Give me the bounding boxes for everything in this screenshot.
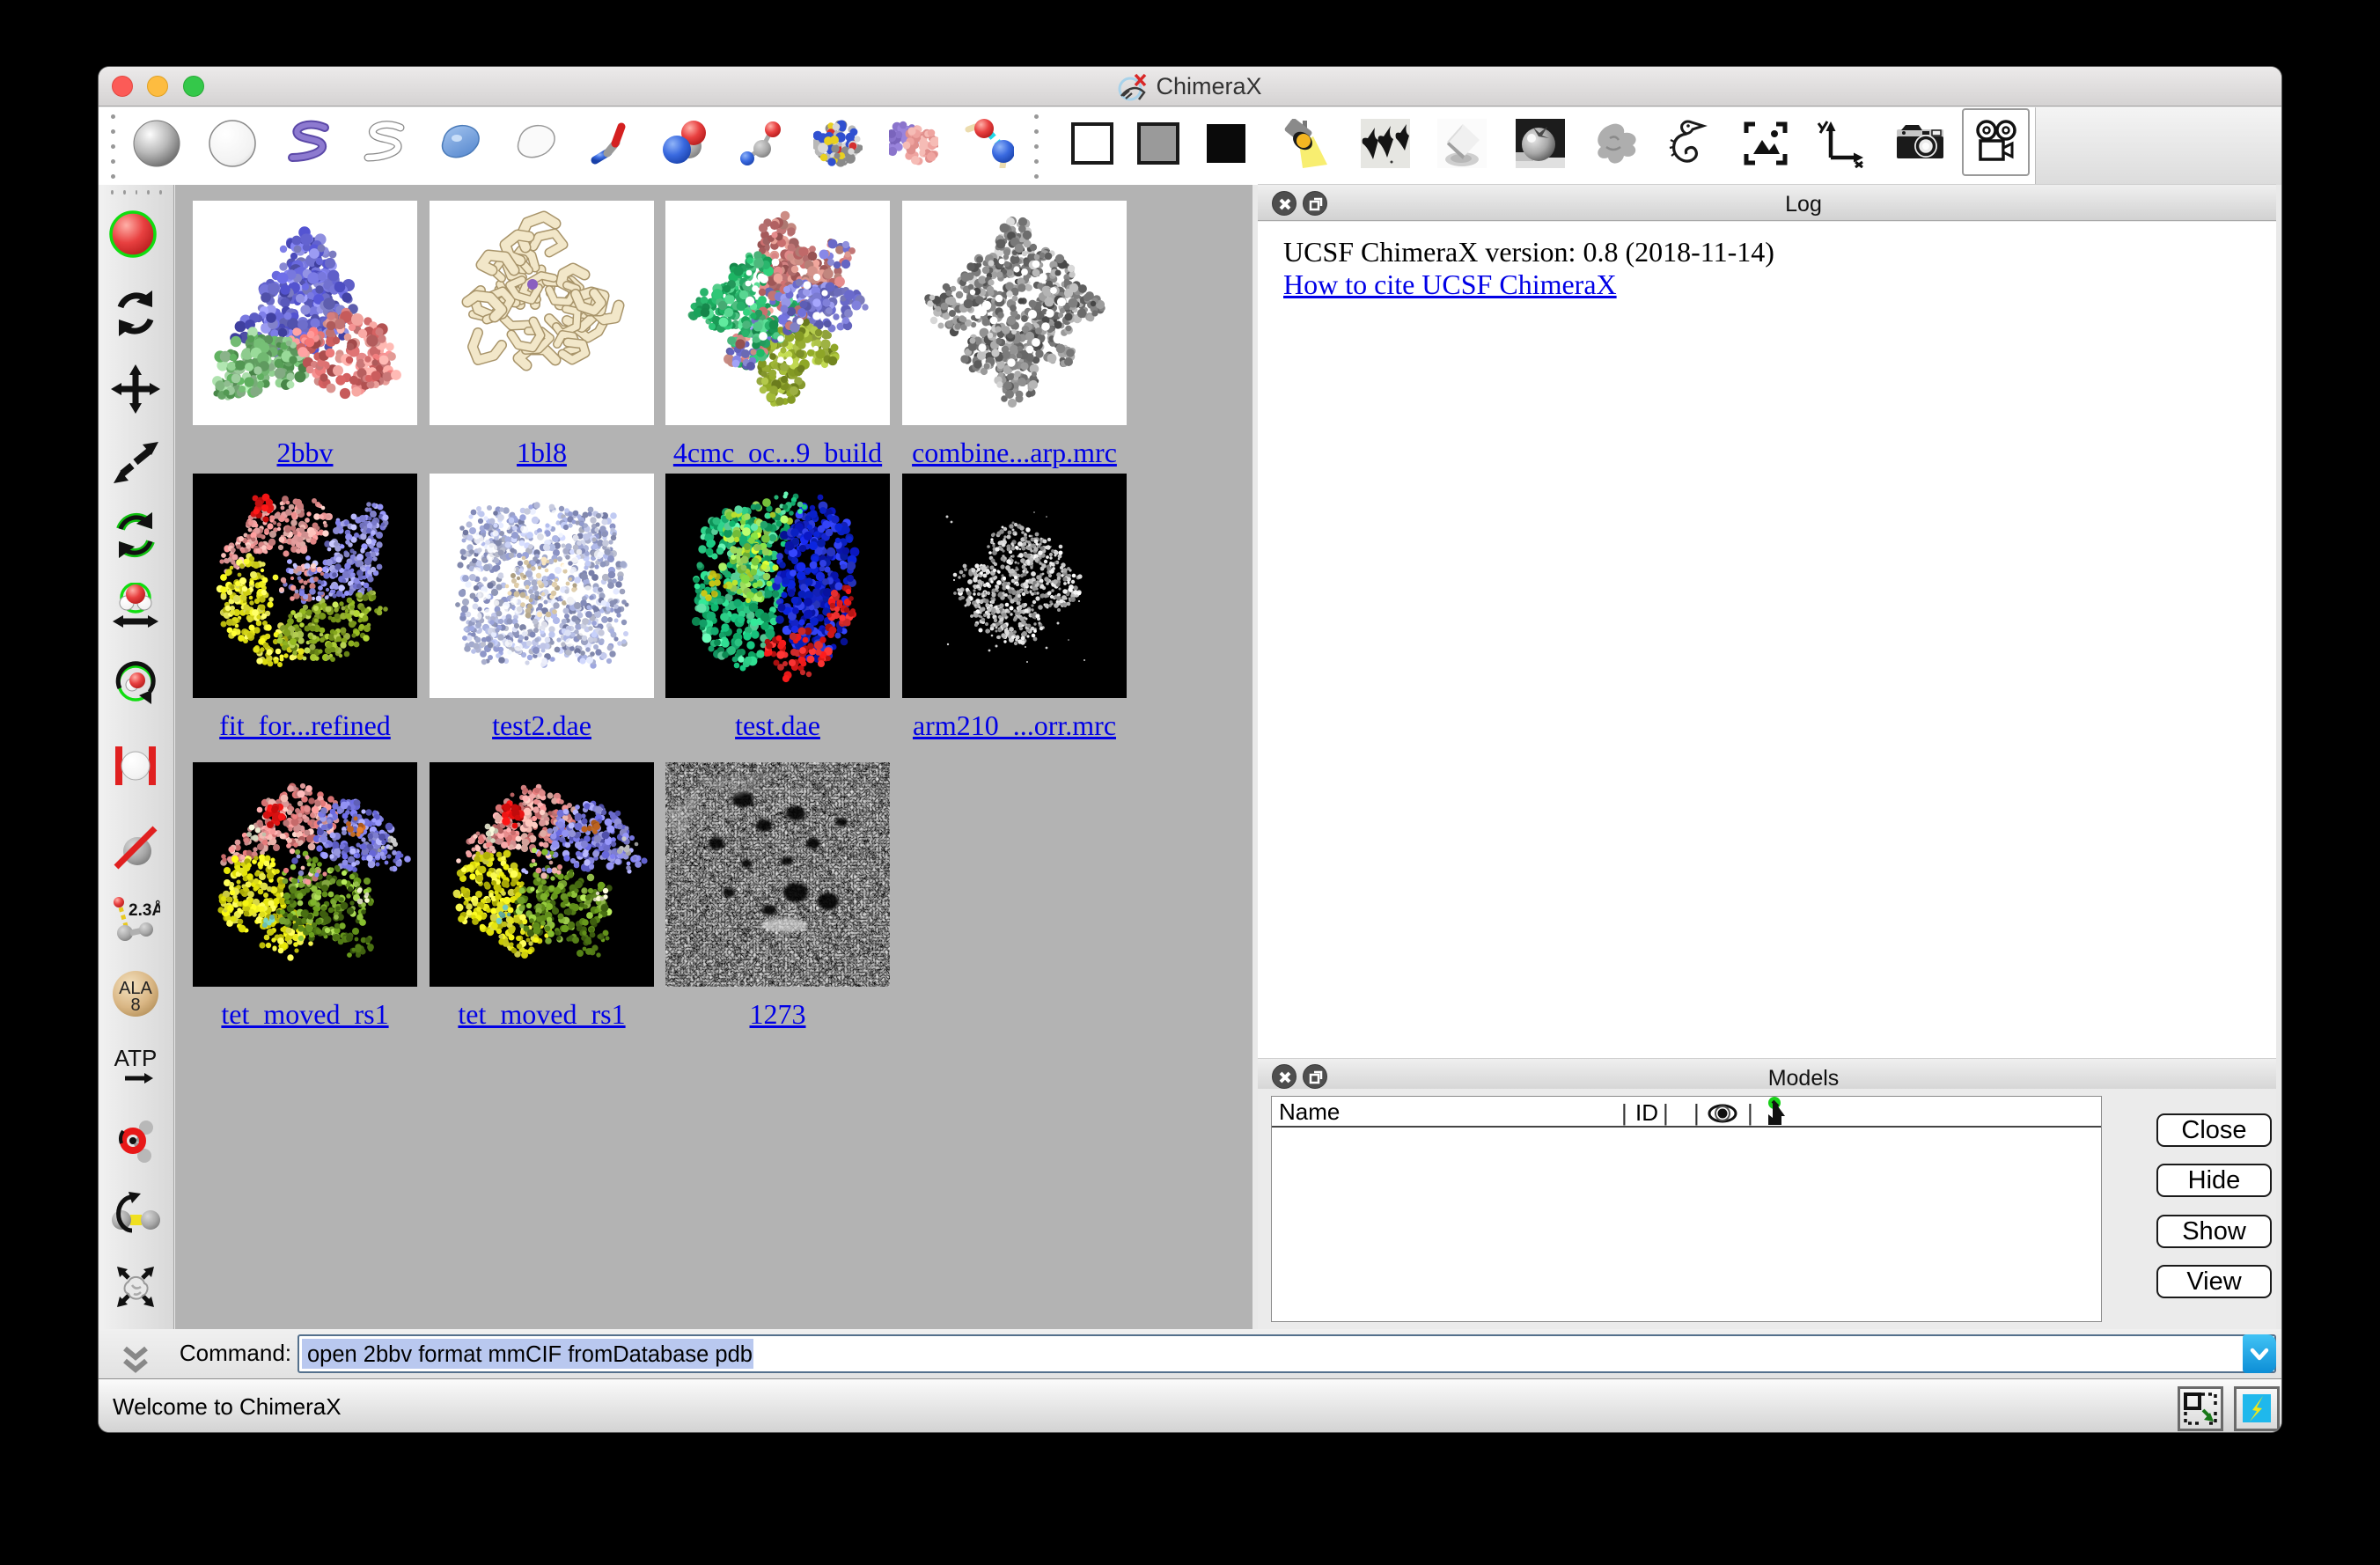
svg-text:ATP: ATP [114,1045,158,1071]
svg-text:2.3Å: 2.3Å [129,901,160,920]
svg-text:8: 8 [130,996,140,1015]
